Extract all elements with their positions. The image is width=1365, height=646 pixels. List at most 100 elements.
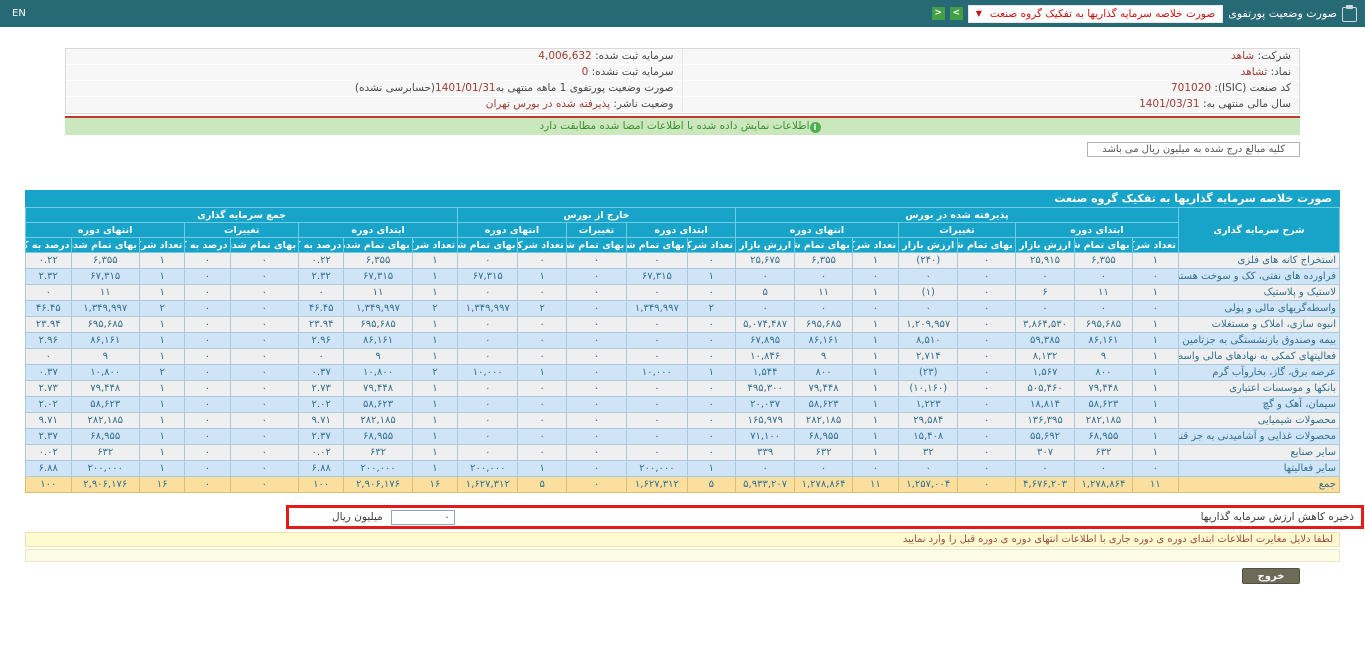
signature-match-notice: iاطلاعات نمایش داده شده با اطلاعات امضا … (65, 116, 1300, 135)
discrepancy-hint-bar: لطفا دلایل مغایرت اطلاعات ابتدای دوره ی … (25, 532, 1340, 547)
language-toggle[interactable]: EN (8, 8, 30, 19)
report-type-dropdown[interactable]: صورت خلاصه سرمایه گذاریها به تفکیک گروه … (968, 5, 1224, 23)
value-cell: ۱ (1132, 365, 1178, 381)
value-cell: ۱۶ (412, 477, 457, 493)
period-date: 1401/01/31 (435, 82, 496, 94)
top-bar: صورت وضعیت پورتفوی صورت خلاصه سرمایه گذا… (0, 0, 1365, 27)
value-cell: ۰ (958, 349, 1015, 365)
value-cell: ۰ (627, 413, 687, 429)
value-cell: ۱۳۶,۳۹۵ (1015, 413, 1074, 429)
value-cell: ۰ (185, 397, 230, 413)
subgroup-header: انتهای دوره (26, 223, 185, 238)
value-cell: ۰ (566, 397, 626, 413)
value-cell: ۲.۰۲ (299, 397, 344, 413)
value-cell: ۱ (412, 253, 457, 269)
column-header: بهای تمام شده (71, 238, 139, 253)
value-cell: ۰ (566, 365, 626, 381)
value-cell: ۰ (958, 365, 1015, 381)
value-cell: ۱,۲۷۸,۸۶۴ (795, 477, 852, 493)
value-cell: ۰ (566, 285, 626, 301)
value-cell: ۰ (566, 317, 626, 333)
value-cell: ۲,۹۰۶,۱۷۶ (71, 477, 139, 493)
value-cell: ۰ (687, 317, 735, 333)
value-cell: ۲ (412, 301, 457, 317)
value-cell: ۶.۸۸ (299, 461, 344, 477)
value-cell: ۲ (687, 301, 735, 317)
value-cell: ۱ (139, 333, 184, 349)
value-cell: ۱۱ (795, 285, 852, 301)
value-cell: ۰ (230, 413, 298, 429)
value-cell: ۰ (566, 301, 626, 317)
value-cell: ۰ (1075, 461, 1132, 477)
subgroup-header: تغییرات (566, 223, 626, 238)
value-cell: ۰ (185, 429, 230, 445)
value-cell: ۱۱ (852, 477, 898, 493)
value-cell: ۰ (958, 317, 1015, 333)
value-cell: ۰ (458, 429, 518, 445)
value-cell: ۰ (958, 413, 1015, 429)
value-cell: ۲ (139, 301, 184, 317)
value-cell: ۰ (230, 477, 298, 493)
value-cell: ۱ (412, 445, 457, 461)
value-cell: ۹.۷۱ (26, 413, 72, 429)
table-row: فراورده های نفتی، کک و سوخت هسته ای۰۰۰۰۰… (26, 269, 1340, 285)
subgroup-header: تغییرات (899, 223, 1016, 238)
value-cell: ۱ (1132, 429, 1178, 445)
value-cell: ۰ (518, 397, 566, 413)
column-header: بهای تمام شده (795, 238, 852, 253)
value-cell: ۵۰۵,۴۶۰ (1015, 381, 1074, 397)
value-cell: ۰ (518, 333, 566, 349)
value-cell: ۱ (687, 365, 735, 381)
value-cell: ۰ (627, 317, 687, 333)
value-cell: ۰ (627, 445, 687, 461)
value-cell: ۳۲ (899, 445, 958, 461)
column-header: بهای تمام شده (1075, 238, 1132, 253)
column-header: بهای تمام شده (566, 238, 626, 253)
total-row: جمع۱۱۱,۲۷۸,۸۶۴۴,۶۷۶,۲۰۳۰۱,۲۵۷,۰۰۴۱۱۱,۲۷۸… (26, 477, 1340, 493)
value-cell: ۲۵,۶۷۵ (735, 253, 794, 269)
value-cell: ۰ (185, 381, 230, 397)
value-cell: ۰ (26, 285, 72, 301)
value-cell: ۰ (230, 285, 298, 301)
info-row: سال مالی منتهی به: 1401/03/31 وضعیت ناشر… (66, 97, 1299, 113)
value-cell: ۰ (1015, 301, 1074, 317)
value-cell: ۲.۰۲ (26, 397, 72, 413)
value-cell: ۱ (139, 461, 184, 477)
impairment-reserve-input[interactable]: ۰ (391, 510, 455, 525)
prev-report-button[interactable]: < (932, 7, 945, 20)
value-cell: ۵۵,۶۹۲ (1015, 429, 1074, 445)
discrepancy-input-strip[interactable] (25, 549, 1340, 562)
value-cell: ۲.۷۳ (26, 381, 72, 397)
value-cell: ۵۸,۶۲۳ (344, 397, 412, 413)
value-cell: ۰ (458, 317, 518, 333)
value-cell: ۱,۳۴۹,۹۹۷ (71, 301, 139, 317)
value-cell: ۲.۹۶ (26, 333, 72, 349)
value-cell: ۰ (958, 461, 1015, 477)
value-cell: ۰ (230, 381, 298, 397)
value-cell: ۰ (185, 269, 230, 285)
value-cell: ۱۶۵,۹۷۹ (735, 413, 794, 429)
column-header: تعداد شرکت (687, 238, 735, 253)
value-cell: ۱ (412, 413, 457, 429)
value-cell: ۲.۹۶ (299, 333, 344, 349)
value-cell: ۰ (230, 445, 298, 461)
value-cell: ۱۸,۸۱۴ (1015, 397, 1074, 413)
subgroup-header: انتهای دوره (458, 223, 567, 238)
value-cell: ۱ (139, 397, 184, 413)
symbol-label: نماد: (1271, 66, 1291, 78)
value-cell: ۶۸,۹۵۵ (71, 429, 139, 445)
value-cell: ۰ (185, 333, 230, 349)
value-cell: ۰ (1132, 461, 1178, 477)
value-cell: ۱۰۰ (26, 477, 72, 493)
value-cell: ۸,۵۱۰ (899, 333, 958, 349)
exit-button[interactable]: خروج (1242, 568, 1300, 584)
row-label: بیمه وصندوق بازنشستگی به جزتامین اجتماعی (1178, 333, 1339, 349)
value-cell: ۰ (458, 285, 518, 301)
row-label: فراورده های نفتی، کک و سوخت هسته ای (1178, 269, 1339, 285)
value-cell: ۰ (566, 429, 626, 445)
value-cell: ۰ (958, 445, 1015, 461)
value-cell: ۱۱ (344, 285, 412, 301)
value-cell: ۰ (458, 397, 518, 413)
next-report-button[interactable]: > (950, 7, 963, 20)
subgroup-header: انتهای دوره (735, 223, 898, 238)
